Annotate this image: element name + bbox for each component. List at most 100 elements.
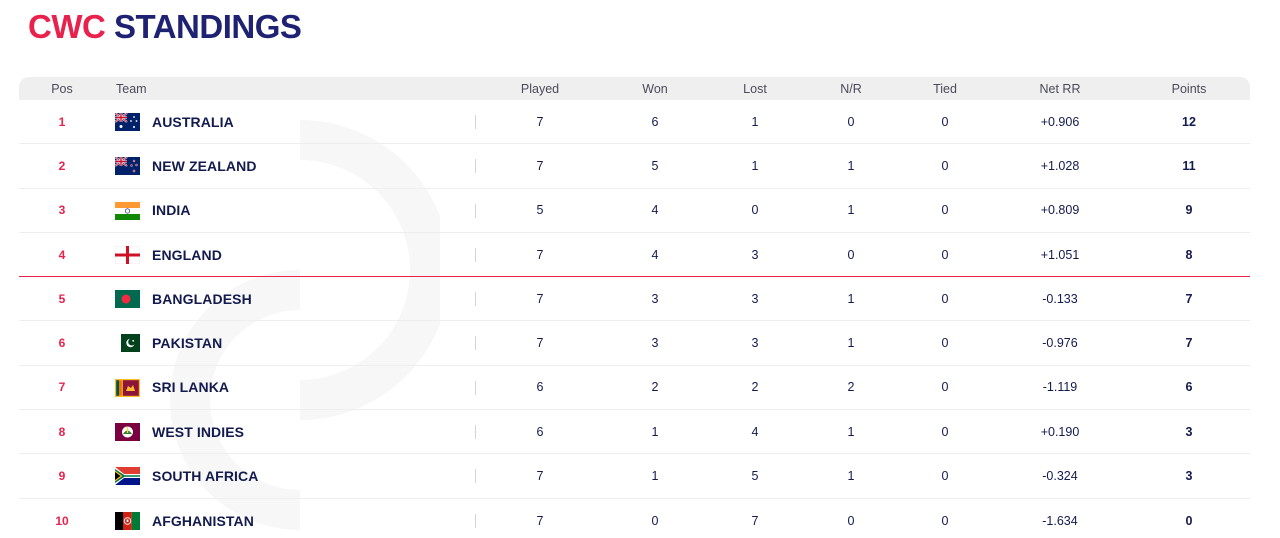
table-row[interactable]: 1 AUSTRALIA 7 6 1 0 0 +0.906 12 [19, 100, 1250, 145]
team-name[interactable]: AFGHANISTAN [152, 499, 254, 538]
column-divider [475, 159, 476, 174]
bangladesh-flag-icon [115, 290, 140, 309]
row-won: 3 [651, 291, 659, 306]
south-africa-flag-icon [115, 467, 140, 486]
row-tied: 0 [941, 336, 949, 351]
sri-lanka-flag-icon [115, 378, 140, 397]
row-nr: 1 [847, 158, 855, 173]
row-pos: 7 [58, 380, 66, 395]
team-name[interactable]: BANGLADESH [152, 277, 252, 320]
row-tied: 0 [941, 203, 949, 218]
row-points: 7 [1185, 291, 1193, 306]
india-flag-icon [115, 201, 140, 220]
row-won: 4 [651, 203, 659, 218]
row-pos: 1 [58, 114, 66, 129]
header-points: Points [1171, 81, 1207, 96]
table-row[interactable]: 5 BANGLADESH 7 3 3 1 0 -0.133 7 [19, 277, 1250, 322]
row-tied: 0 [941, 469, 949, 484]
column-divider [475, 115, 476, 129]
row-tied: 0 [941, 380, 949, 395]
row-points: 6 [1185, 380, 1193, 395]
table-row[interactable]: 6 PAKISTAN 7 3 3 1 0 -0.976 7 [19, 321, 1250, 366]
england-flag-icon [115, 245, 140, 264]
row-nr: 0 [847, 513, 855, 528]
afghanistan-flag-icon [115, 511, 140, 530]
header-played: Played [520, 81, 560, 96]
row-played: 6 [536, 380, 544, 395]
column-divider [475, 469, 476, 484]
column-divider [475, 513, 476, 528]
row-lost: 2 [751, 380, 759, 395]
row-nr: 1 [847, 336, 855, 351]
new-zealand-flag-icon [115, 157, 140, 176]
row-played: 6 [536, 424, 544, 439]
table-row[interactable]: 3 INDIA 5 4 0 1 0 +0.809 9 [19, 189, 1250, 233]
row-pos: 9 [58, 469, 66, 484]
row-pos: 4 [58, 247, 66, 262]
team-name[interactable]: WEST INDIES [152, 410, 244, 453]
row-nr: 1 [847, 203, 855, 218]
row-nrr: -1.634 [1042, 513, 1078, 528]
row-points: 3 [1185, 424, 1193, 439]
row-points: 0 [1185, 513, 1193, 528]
header-lost: Lost [743, 81, 767, 96]
table-row[interactable]: 10 AFGHANISTAN 7 0 7 0 0 -1.634 0 [19, 499, 1250, 538]
column-divider [475, 292, 476, 307]
team-name[interactable]: SOUTH AFRICA [152, 454, 258, 497]
column-divider [475, 380, 476, 395]
row-won: 5 [651, 158, 659, 173]
row-nrr: -1.119 [1042, 380, 1078, 395]
row-nrr: +1.051 [1040, 247, 1080, 262]
row-nrr: -0.976 [1042, 336, 1078, 351]
column-divider [475, 425, 476, 440]
team-name[interactable]: AUSTRALIA [152, 100, 234, 143]
row-nrr: +0.190 [1040, 424, 1080, 439]
row-lost: 3 [751, 336, 759, 351]
row-pos: 6 [58, 336, 66, 351]
column-divider [475, 247, 476, 262]
row-lost: 3 [751, 247, 759, 262]
west-indies-flag-icon [115, 423, 140, 442]
column-divider [475, 203, 476, 218]
page-title: CWC STANDINGS [28, 8, 302, 46]
row-points: 12 [1182, 114, 1196, 129]
row-won: 1 [651, 469, 659, 484]
table-row[interactable]: 8 WEST INDIES 6 1 4 1 0 +0.190 3 [19, 410, 1250, 455]
row-nrr: +0.906 [1040, 114, 1080, 129]
column-divider [475, 336, 476, 351]
row-played: 7 [536, 469, 544, 484]
row-won: 6 [651, 114, 659, 129]
row-points: 11 [1182, 158, 1196, 173]
team-name[interactable]: NEW ZEALAND [152, 144, 257, 187]
row-points: 7 [1185, 336, 1193, 351]
team-name[interactable]: INDIA [152, 189, 191, 232]
row-played: 7 [536, 247, 544, 262]
row-tied: 0 [941, 247, 949, 262]
row-tied: 0 [941, 291, 949, 306]
row-nr: 1 [847, 291, 855, 306]
row-lost: 4 [751, 424, 759, 439]
pakistan-flag-icon [115, 334, 140, 353]
row-lost: 1 [751, 114, 759, 129]
row-nrr: -0.324 [1042, 469, 1078, 484]
row-won: 3 [651, 336, 659, 351]
row-won: 0 [651, 513, 659, 528]
header-team: Team [116, 81, 147, 96]
team-name[interactable]: SRI LANKA [152, 366, 229, 409]
table-row[interactable]: 4 ENGLAND 7 4 3 0 0 +1.051 8 [19, 233, 1250, 278]
row-won: 4 [651, 247, 659, 262]
australia-flag-icon [115, 113, 140, 131]
row-pos: 3 [58, 203, 66, 218]
table-row[interactable]: 7 SRI LANKA 6 2 2 2 0 -1.119 6 [19, 366, 1250, 411]
table-row[interactable]: 2 NEW ZEALAND 7 5 1 1 0 +1.028 11 [19, 144, 1250, 189]
row-nrr: +0.809 [1040, 203, 1080, 218]
team-name[interactable]: ENGLAND [152, 233, 222, 276]
row-played: 7 [536, 158, 544, 173]
row-nr: 0 [847, 247, 855, 262]
row-lost: 5 [751, 469, 759, 484]
table-row[interactable]: 9 SOUTH AFRICA 7 1 5 1 0 -0.324 3 [19, 454, 1250, 499]
header-won: Won [642, 81, 668, 96]
title-cwc: CWC [28, 8, 106, 45]
team-name[interactable]: PAKISTAN [152, 321, 222, 364]
row-pos: 8 [58, 424, 66, 439]
